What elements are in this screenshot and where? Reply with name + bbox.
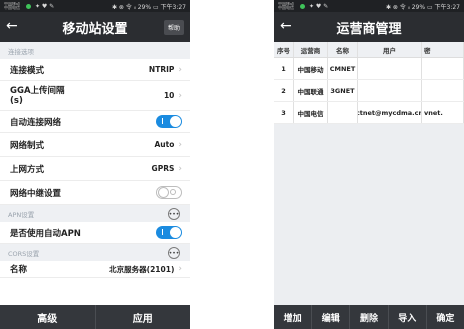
gga-interval-row[interactable]: GGA上传间隔 (s) 10 ›	[0, 81, 190, 111]
connection-mode-label: 连接模式	[10, 65, 45, 76]
table-empty-area	[274, 124, 464, 305]
signal-icon: ✦ ♥ ✎	[309, 2, 329, 10]
cell-name	[328, 102, 358, 123]
server-name-value: 北京服务器(2101)	[109, 264, 175, 274]
section-connection-options: 连接选项	[0, 42, 190, 59]
auto-apn-row: 是否使用自动APN	[0, 222, 190, 244]
column-header: 用户	[358, 42, 422, 57]
cell-carrier: 中国联通	[294, 80, 328, 101]
page-title: 移动站设置	[62, 21, 128, 37]
more-options-icon[interactable]: •••	[168, 247, 180, 259]
status-icons: ✱ ⊗ 令 ᵢₗ 29% ▭ 下午3:27	[385, 3, 460, 11]
more-options-icon[interactable]: •••	[168, 208, 180, 220]
import-button[interactable]: 导入	[389, 305, 427, 329]
confirm-button[interactable]: 确定	[427, 305, 464, 329]
title-bar: ← 移动站设置 帮助	[0, 12, 190, 42]
server-name-row[interactable]: 名称 北京服务器(2101) ›	[0, 261, 190, 278]
network-relay-toggle[interactable]	[156, 186, 182, 199]
auto-apn-label: 是否使用自动APN	[10, 228, 81, 239]
section-label: CORS设置	[8, 249, 40, 258]
section-cors-settings: CORS设置 •••	[0, 244, 190, 261]
auto-connect-row: 自动连接网络	[0, 111, 190, 133]
carrier-management-screen: 中国移动 中国电信 ✦ ♥ ✎ ✱ ⊗ 令 ᵢₗ 29% ▭ 下午3:27 ← …	[274, 0, 464, 329]
server-name-label: 名称	[10, 265, 28, 275]
column-header: 运营商	[294, 42, 328, 57]
page-title: 运营商管理	[336, 21, 402, 37]
advanced-button[interactable]: 高级	[0, 305, 96, 329]
column-header: 序号	[274, 42, 294, 57]
network-relay-label: 网络中继设置	[10, 188, 62, 199]
bottom-action-bar: 高级 应用	[0, 305, 190, 329]
status-bar: 中国移动 中国电信 ✦ ♥ ✎ ✱ ⊗ 令 ᵢₗ 29% ▭ 下午3:27	[274, 0, 464, 12]
notification-icon	[26, 3, 31, 9]
cell-name: 3GNET	[328, 80, 358, 101]
chevron-right-icon: ›	[178, 90, 182, 101]
cell-carrier: 中国电信	[294, 102, 328, 123]
bottom-action-bar: 增加 编辑 删除 导入 确定	[274, 305, 464, 329]
connection-mode-value: NTRIP	[148, 65, 175, 74]
apply-button[interactable]: 应用	[96, 305, 191, 329]
section-label: APN设置	[8, 210, 35, 219]
table-row[interactable]: 1 中国移动 CMNET	[274, 58, 464, 80]
chevron-right-icon: ›	[178, 163, 182, 174]
network-type-row[interactable]: 网络制式 Auto ›	[0, 133, 190, 157]
cell-user: ctnet@mycdma.cn	[358, 102, 422, 123]
help-button[interactable]: 帮助	[163, 20, 184, 35]
auto-apn-toggle[interactable]	[156, 226, 182, 239]
chevron-right-icon: ›	[178, 264, 182, 274]
section-apn-settings: APN设置 •••	[0, 205, 190, 222]
gga-interval-value: 10	[163, 91, 175, 100]
section-label: 连接选项	[8, 47, 34, 56]
add-button[interactable]: 增加	[274, 305, 313, 329]
auto-connect-toggle[interactable]	[156, 115, 182, 128]
cell-user	[358, 58, 422, 79]
mobile-station-settings-screen: 中国移动 中国电信 ✦ ♥ ✎ ✱ ⊗ 令 ᵢₗ 29% ▭ 下午3:27 ← …	[0, 0, 190, 329]
cell-index: 1	[274, 58, 294, 79]
table-row[interactable]: 3 中国电信 ctnet@mycdma.cn vnet.	[274, 102, 464, 124]
cell-index: 3	[274, 102, 294, 123]
edit-button[interactable]: 编辑	[312, 305, 351, 329]
network-relay-row: 网络中继设置	[0, 181, 190, 205]
column-header: 名称	[328, 42, 358, 57]
table-header: 序号 运营商 名称 用户 密	[274, 42, 464, 58]
cell-password	[422, 58, 464, 79]
signal-icon: ✦ ♥ ✎	[35, 2, 55, 10]
column-header: 密	[422, 42, 464, 57]
internet-method-row[interactable]: 上网方式 GPRS ›	[0, 157, 190, 181]
internet-method-label: 上网方式	[10, 164, 45, 175]
chevron-right-icon: ›	[178, 139, 182, 150]
status-bar: 中国移动 中国电信 ✦ ♥ ✎ ✱ ⊗ 令 ᵢₗ 29% ▭ 下午3:27	[0, 0, 190, 12]
cell-index: 2	[274, 80, 294, 101]
auto-connect-label: 自动连接网络	[10, 117, 62, 128]
cell-password: vnet.	[422, 102, 464, 123]
cell-password	[422, 80, 464, 101]
delete-button[interactable]: 删除	[350, 305, 389, 329]
title-bar: ← 运营商管理	[274, 12, 464, 42]
connection-mode-row[interactable]: 连接模式 NTRIP ›	[0, 59, 190, 81]
network-type-label: 网络制式	[10, 140, 45, 151]
notification-icon	[300, 3, 305, 9]
carrier-text: 中国移动 中国电信	[278, 2, 294, 10]
chevron-right-icon: ›	[178, 64, 182, 75]
gga-interval-label: GGA上传间隔 (s)	[10, 85, 65, 106]
table-row[interactable]: 2 中国联通 3GNET	[274, 80, 464, 102]
cell-carrier: 中国移动	[294, 58, 328, 79]
carrier-text: 中国移动 中国电信	[4, 2, 20, 10]
network-type-value: Auto	[154, 140, 175, 149]
internet-method-value: GPRS	[151, 164, 175, 173]
status-icons: ✱ ⊗ 令 ᵢₗ 29% ▭ 下午3:27	[111, 3, 186, 11]
cell-user	[358, 80, 422, 101]
cell-name: CMNET	[328, 58, 358, 79]
